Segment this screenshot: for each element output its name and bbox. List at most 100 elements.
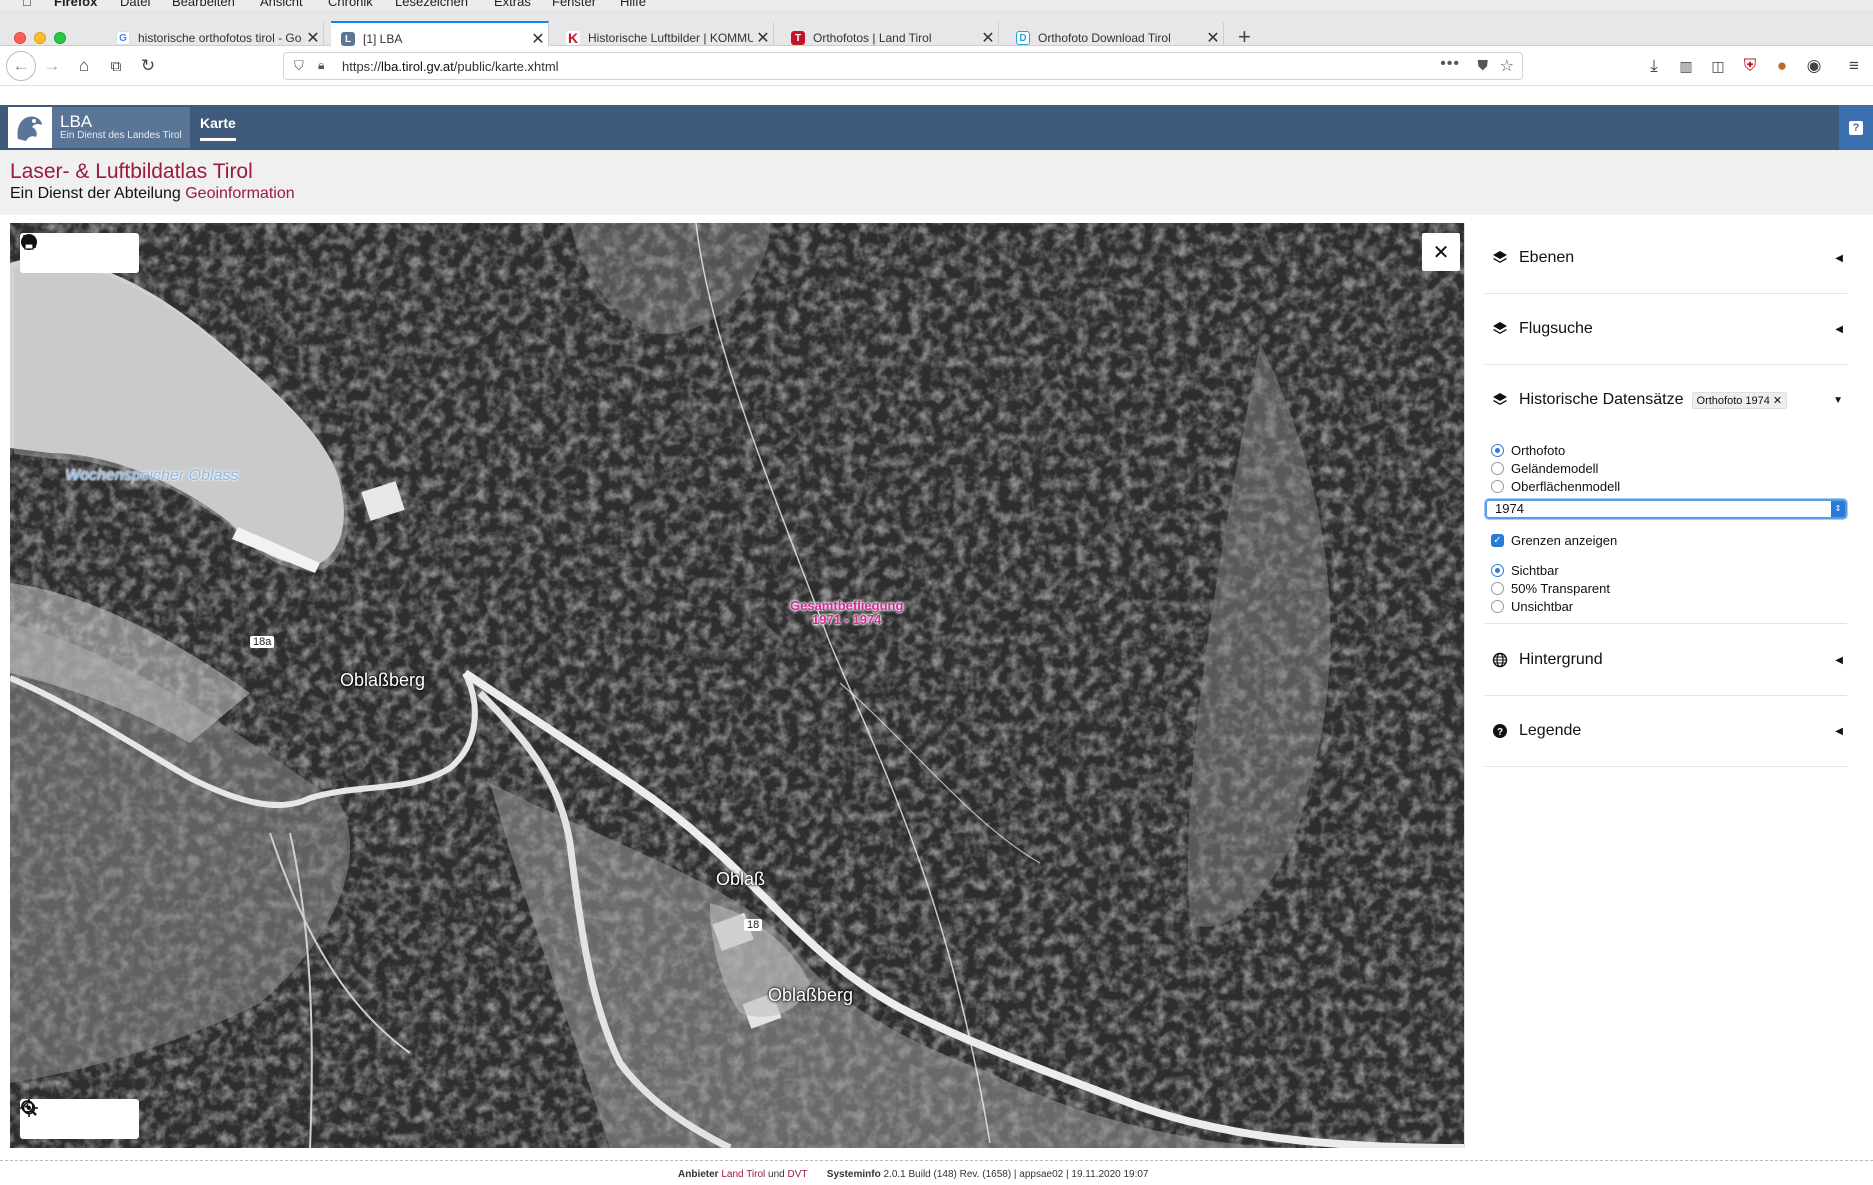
print-icon[interactable] xyxy=(22,235,128,266)
apple-icon[interactable]:  xyxy=(22,0,32,9)
year-select[interactable]: 1974 ⇕ xyxy=(1485,499,1847,519)
zoom-out-icon[interactable] xyxy=(21,1100,128,1132)
close-tab-icon[interactable]: ✕ xyxy=(753,28,773,48)
back-arrow-icon[interactable]: ← xyxy=(6,51,36,81)
radio-button[interactable] xyxy=(1491,480,1504,493)
layers-icon xyxy=(1491,391,1509,409)
radio-label: 50% Transparent xyxy=(1511,581,1611,596)
footer-sysinfo-label: Systeminfo xyxy=(826,1169,881,1180)
radio-label: Orthofoto xyxy=(1511,443,1566,458)
section-header[interactable]: Historische Datensätze Orthofoto 1974 ✕ ▼ xyxy=(1485,365,1847,435)
ublock-icon[interactable]: ⛨ xyxy=(1738,54,1762,78)
tirol-eagle-icon xyxy=(8,107,52,148)
reload-icon[interactable]: ↻ xyxy=(136,54,160,78)
menu-ansicht[interactable]: Ansicht xyxy=(260,0,303,9)
hamburger-menu-icon[interactable]: ≡ xyxy=(1842,54,1866,78)
radio-sichtbar[interactable]: Sichtbar xyxy=(1491,563,1559,578)
menu-lesezeichen[interactable]: Lesezeichen xyxy=(395,0,468,9)
info-icon[interactable] xyxy=(21,234,92,266)
page-footer: Anbieter Land Tirol und DVT Systeminfo 2… xyxy=(0,1160,1873,1185)
footer-link-dvt[interactable]: DVT xyxy=(788,1169,808,1180)
section-legende[interactable]: ? Legende ◀ xyxy=(1485,696,1847,767)
active-dataset-chip[interactable]: Orthofoto 1974 ✕ xyxy=(1691,391,1788,409)
window-close-button[interactable] xyxy=(14,32,26,44)
checkbox-grenzen[interactable]: ✓ Grenzen anzeigen xyxy=(1491,533,1617,548)
url-text[interactable]: https://lba.tirol.gv.at/public/karte.xht… xyxy=(342,59,559,74)
radio-button[interactable] xyxy=(1491,564,1504,577)
radio-label: Oberflächenmodell xyxy=(1511,479,1621,494)
menu-datei[interactable]: Datei xyxy=(120,0,150,9)
aerial-orthophoto xyxy=(10,223,1464,1148)
section-flugsuche[interactable]: Flugsuche ◀ xyxy=(1485,294,1847,365)
menu-bearbeiten[interactable]: Bearbeiten xyxy=(172,0,235,9)
layers-icon xyxy=(1491,320,1509,338)
menu-fenster[interactable]: Fenster xyxy=(552,0,596,9)
library-tabs-icon[interactable]: ⧉ xyxy=(104,54,128,78)
window-zoom-button[interactable] xyxy=(54,32,66,44)
map-toolbar xyxy=(20,233,139,273)
radio-gelaendemodell[interactable]: Geländemodell xyxy=(1491,461,1598,476)
nav-karte[interactable]: Karte xyxy=(200,115,236,141)
download-tirol-icon: D xyxy=(1016,31,1030,45)
globe-icon xyxy=(1491,651,1509,669)
footer-provider-label: Anbieter xyxy=(678,1169,719,1180)
radio-orthofoto[interactable]: Orthofoto xyxy=(1491,443,1565,458)
tracking-shield-icon[interactable]: ⛉ xyxy=(294,58,304,74)
radio-label: Unsichtbar xyxy=(1511,599,1574,614)
close-tab-icon[interactable]: ✕ xyxy=(978,28,998,48)
pocket-icon[interactable]: ⛊ xyxy=(1478,57,1489,74)
caret-down-icon[interactable]: ▼ xyxy=(1833,395,1843,406)
lock-icon[interactable]: 🔒︎ xyxy=(318,58,324,73)
menu-chronik[interactable]: Chronik xyxy=(328,0,373,9)
geoinformation-link[interactable]: Geoinformation xyxy=(185,185,294,202)
home-icon[interactable]: ⌂ xyxy=(72,54,96,78)
window-minimize-button[interactable] xyxy=(34,32,46,44)
url-prefix: https:// xyxy=(342,59,382,74)
page-subtitle: Ein Dienst der Abteilung Geoinformation xyxy=(10,185,295,203)
menu-hilfe[interactable]: Hilfe xyxy=(620,0,646,9)
forward-arrow-icon[interactable]: → xyxy=(40,54,64,78)
lba-logo[interactable]: LBA Ein Dienst des Landes Tirol xyxy=(8,107,190,148)
close-tab-icon[interactable]: ✕ xyxy=(1203,28,1223,48)
close-map-panel-button[interactable]: ✕ xyxy=(1422,233,1460,271)
radio-unsichtbar[interactable]: Unsichtbar xyxy=(1491,599,1573,614)
footer-link-land-tirol[interactable]: Land Tirol xyxy=(721,1169,765,1180)
account-icon[interactable]: ◉ xyxy=(1802,54,1826,78)
checkbox-checked[interactable]: ✓ xyxy=(1491,534,1504,547)
caret-left-icon[interactable]: ◀ xyxy=(1835,253,1843,264)
zoom-in-icon[interactable] xyxy=(21,1100,92,1132)
page-actions-icon[interactable]: ••• xyxy=(1440,55,1460,73)
question-icon: ? xyxy=(1491,722,1509,740)
close-tab-icon[interactable]: ✕ xyxy=(303,28,323,48)
map-zoom-controls xyxy=(20,1099,139,1139)
sidebar-icon[interactable]: ◫ xyxy=(1706,54,1730,78)
map-view[interactable]: Wochenspeicher Oblass Oblaßberg Oblaß Ob… xyxy=(10,223,1464,1148)
caret-left-icon[interactable]: ◀ xyxy=(1835,726,1843,737)
section-title: Hintergrund xyxy=(1519,651,1603,668)
chip-label: Orthofoto 1974 xyxy=(1696,394,1770,407)
bookmark-star-icon[interactable]: ☆ xyxy=(1500,56,1514,76)
menu-extras[interactable]: Extras xyxy=(494,0,531,9)
layer-panel: Ebenen ◀ Flugsuche ◀ Historische Datensä… xyxy=(1464,223,1862,1148)
browser-navbar: ← → ⌂ ⧉ ↻ ⛉ 🔒︎ https://lba.tirol.gv.at/p… xyxy=(0,46,1873,86)
flight-coverage-label[interactable]: Gesamtbefliegung 1971 - 1974 xyxy=(790,599,903,627)
section-hintergrund[interactable]: Hintergrund ◀ xyxy=(1485,625,1847,696)
macos-menubar:  Firefox Datei Bearbeiten Ansicht Chron… xyxy=(0,0,1873,10)
radio-transparent[interactable]: 50% Transparent xyxy=(1491,581,1610,596)
radio-button[interactable] xyxy=(1491,600,1504,613)
menu-firefox[interactable]: Firefox xyxy=(54,0,97,9)
url-bar[interactable]: ⛉ 🔒︎ https://lba.tirol.gv.at/public/kart… xyxy=(283,52,1523,80)
radio-button[interactable] xyxy=(1491,462,1504,475)
downloads-icon[interactable]: ⤓ xyxy=(1642,54,1666,78)
remove-chip-icon[interactable]: ✕ xyxy=(1773,395,1782,407)
extension-icon[interactable]: ● xyxy=(1770,54,1794,78)
caret-left-icon[interactable]: ◀ xyxy=(1835,655,1843,666)
radio-button[interactable] xyxy=(1491,444,1504,457)
library-icon[interactable]: ▥ xyxy=(1674,54,1698,78)
help-button[interactable]: ? xyxy=(1839,105,1873,150)
section-ebenen[interactable]: Ebenen ◀ xyxy=(1485,223,1847,294)
caret-left-icon[interactable]: ◀ xyxy=(1835,324,1843,335)
radio-oberflaechenmodell[interactable]: Oberflächenmodell xyxy=(1491,479,1620,494)
tab-title: historische orthofotos tirol - Go xyxy=(138,31,302,45)
radio-button[interactable] xyxy=(1491,582,1504,595)
